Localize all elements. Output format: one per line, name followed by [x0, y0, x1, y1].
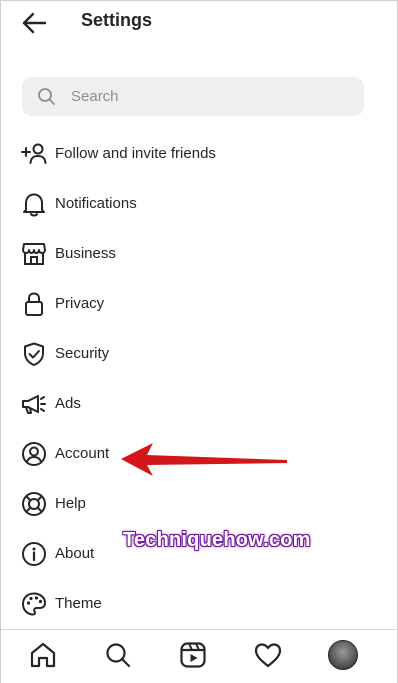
page-title: Settings	[81, 10, 153, 30]
search-placeholder: Search	[71, 88, 119, 105]
menu-item-privacy[interactable]: Privacy	[1, 279, 397, 329]
nav-home[interactable]	[28, 640, 58, 670]
watermark-text: Techniquehow.com	[123, 529, 311, 551]
info-icon	[22, 542, 46, 566]
menu-item-notifications[interactable]: Notifications	[1, 179, 397, 229]
menu-item-label: Privacy	[55, 295, 105, 312]
arrow-left-icon	[22, 12, 47, 34]
menu-item-label: Business	[55, 245, 116, 262]
menu-item-follow-invite[interactable]: Follow and invite friends	[1, 129, 397, 179]
nav-search[interactable]	[103, 640, 133, 670]
menu-item-label: Notifications	[55, 195, 137, 212]
menu-item-help[interactable]: Help	[1, 479, 397, 529]
profile-avatar[interactable]	[328, 640, 358, 670]
menu-item-ads[interactable]: Ads	[1, 379, 397, 429]
home-icon	[30, 642, 56, 668]
heart-icon	[254, 643, 282, 668]
shop-icon	[22, 243, 46, 265]
annotation-arrow	[121, 443, 287, 476]
palette-icon	[22, 592, 46, 616]
search-input[interactable]: Search	[22, 77, 364, 116]
reels-icon	[180, 642, 206, 668]
menu-item-business[interactable]: Business	[1, 229, 397, 279]
nav-activity[interactable]	[253, 640, 283, 670]
nav-reels[interactable]	[178, 640, 208, 670]
lock-icon	[25, 292, 43, 316]
search-icon	[38, 88, 55, 105]
user-circle-icon	[22, 442, 46, 466]
megaphone-icon	[22, 395, 46, 414]
back-button[interactable]	[21, 11, 49, 35]
menu-item-label: Theme	[55, 595, 102, 612]
header: Settings	[1, 1, 397, 45]
menu-item-theme[interactable]: Theme	[1, 579, 397, 629]
shield-check-icon	[24, 342, 44, 366]
search-icon	[106, 643, 131, 668]
menu-item-security[interactable]: Security	[1, 329, 397, 379]
add-person-icon	[21, 143, 47, 164]
menu-item-label: Ads	[55, 395, 81, 412]
bottom-nav-bar	[1, 629, 397, 683]
menu-item-label: About	[55, 545, 95, 562]
menu-item-label: Security	[55, 345, 110, 362]
lifebuoy-icon	[22, 492, 46, 516]
bell-icon	[23, 193, 45, 217]
menu-item-label: Account	[55, 445, 110, 462]
menu-item-label: Follow and invite friends	[55, 145, 216, 162]
app-frame: Settings Search Follow and invite friend…	[0, 0, 398, 683]
menu-item-label: Help	[55, 495, 86, 512]
